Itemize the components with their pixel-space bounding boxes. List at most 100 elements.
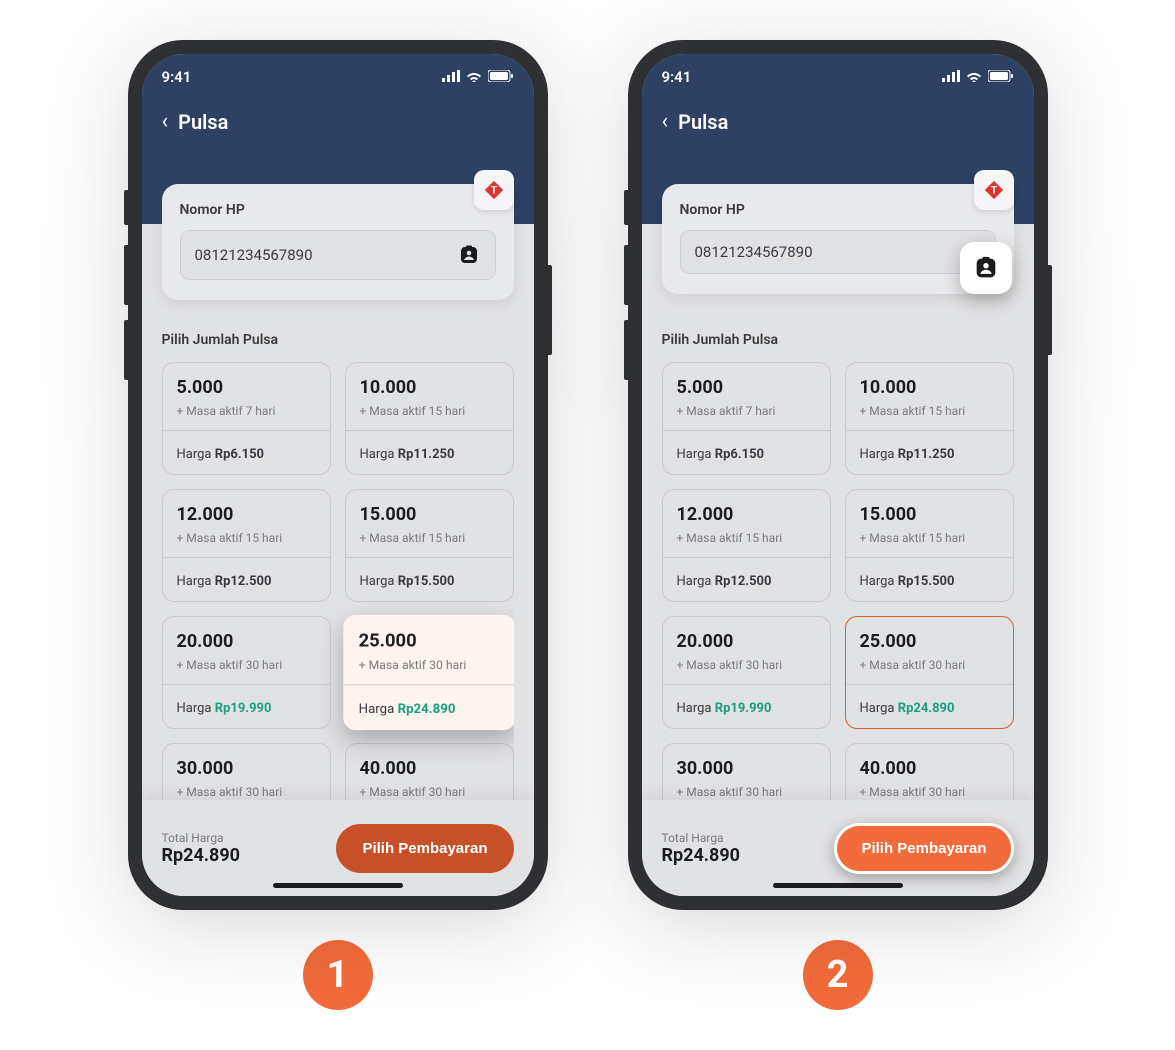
signal-icon — [442, 68, 460, 86]
amount-option-card[interactable]: 10.000+ Masa aktif 15 hariHarga Rp11.250 — [345, 362, 514, 475]
amount-validity: + Masa aktif 30 hari — [360, 785, 499, 799]
amount-option-card[interactable]: 5.000+ Masa aktif 7 hariHarga Rp6.150 — [162, 362, 331, 475]
phone-number-card: T Nomor HP 08121234567890 — [162, 184, 514, 300]
amount-validity: + Masa aktif 30 hari — [177, 785, 316, 799]
page-title: Pulsa — [678, 110, 728, 134]
amount-title: 10.000 — [860, 377, 999, 398]
amount-validity: + Masa aktif 7 hari — [177, 404, 316, 418]
status-bar: 9:41 — [162, 68, 514, 86]
footer-bar: Total Harga Rp24.890 Pilih Pembayaran — [642, 800, 1034, 896]
svg-text:T: T — [990, 186, 997, 197]
amount-validity: + Masa aktif 30 hari — [677, 785, 816, 799]
phone-side-button — [124, 245, 128, 305]
amount-validity: + Masa aktif 15 hari — [360, 404, 499, 418]
wifi-icon — [466, 68, 482, 86]
card-divider — [163, 557, 330, 558]
phone-side-button — [124, 320, 128, 380]
card-divider — [346, 430, 513, 431]
amount-title: 40.000 — [360, 758, 499, 779]
card-divider — [846, 430, 1013, 431]
amount-validity: + Masa aktif 15 hari — [860, 404, 999, 418]
card-divider — [846, 684, 1013, 685]
provider-chip[interactable]: T — [474, 170, 514, 210]
amount-price: Harga Rp12.500 — [677, 564, 816, 599]
amount-title: 25.000 — [358, 630, 500, 651]
amount-validity: + Masa aktif 15 hari — [860, 531, 999, 545]
phone-side-button — [624, 320, 628, 380]
provider-chip[interactable]: T — [974, 170, 1014, 210]
phone-number-input[interactable]: 08121234567890 — [180, 230, 496, 280]
amount-title: 5.000 — [177, 377, 316, 398]
phone-number-value: 08121234567890 — [695, 243, 981, 261]
section-title: Pilih Jumlah Pulsa — [162, 332, 514, 348]
amount-validity: + Masa aktif 7 hari — [677, 404, 816, 418]
wifi-icon — [966, 68, 982, 86]
total-label: Total Harga — [662, 831, 741, 845]
amount-title: 15.000 — [360, 504, 499, 525]
choose-payment-button[interactable]: Pilih Pembayaran — [336, 824, 513, 873]
amount-title: 20.000 — [177, 631, 316, 652]
amount-validity: + Masa aktif 30 hari — [677, 658, 816, 672]
amount-title: 30.000 — [177, 758, 316, 779]
amount-price: Harga Rp19.990 — [677, 691, 816, 726]
phone-side-button — [124, 190, 128, 225]
provider-icon: T — [983, 179, 1005, 201]
phone-side-button — [624, 245, 628, 305]
amount-option-card[interactable]: 15.000 + Masa aktif 15 hari Harga Rp15.500 — [845, 489, 1014, 602]
card-divider — [663, 684, 830, 685]
phone-side-button — [624, 190, 628, 225]
amount-grid: 5.000 + Masa aktif 7 hari Harga Rp6.150 10.… — [662, 362, 1014, 827]
amount-option-card[interactable]: 15.000 + Masa aktif 15 hari Harga Rp15.500 — [345, 489, 514, 602]
phone-number-input[interactable]: 08121234567890 — [680, 230, 996, 274]
amount-validity: + Masa aktif 15 hari — [177, 531, 316, 545]
amount-title: 40.000 — [860, 758, 999, 779]
section-title: Pilih Jumlah Pulsa — [662, 332, 1014, 348]
card-divider — [846, 557, 1013, 558]
phone-mockup-1: 9:41 ‹ Pulsa T Nomor HP — [128, 40, 548, 910]
amount-price: Harga Rp19.990 — [177, 691, 316, 726]
amount-title: 10.000 — [360, 377, 499, 398]
amount-price: Harga Rp11.250 — [860, 437, 999, 472]
total-value: Rp24.890 — [162, 845, 241, 866]
amount-validity: + Masa aktif 15 hari — [360, 531, 499, 545]
status-time: 9:41 — [662, 68, 692, 86]
amount-option-card[interactable]: 10.000 + Masa aktif 15 hari Harga Rp11.250 — [845, 362, 1014, 475]
amount-price: Harga Rp6.150 — [677, 437, 816, 472]
amount-validity: + Masa aktif 15 hari — [677, 531, 816, 545]
phone-side-button — [548, 265, 552, 355]
svg-text:T: T — [490, 186, 497, 197]
amount-validity: + Masa aktif 30 hari — [860, 658, 999, 672]
amount-title: 25.000 — [860, 631, 999, 652]
amount-title: 12.000 — [177, 504, 316, 525]
amount-option-card[interactable]: 5.000 + Masa aktif 7 hari Harga Rp6.150 — [662, 362, 831, 475]
amount-price: Harga Rp12.500 — [177, 564, 316, 599]
phone-mockup-2: 9:41 ‹ Pulsa T Nomor HP — [628, 40, 1048, 910]
amount-title: 15.000 — [860, 504, 999, 525]
card-divider — [163, 684, 330, 685]
back-icon[interactable]: ‹ — [162, 111, 169, 133]
battery-icon — [988, 68, 1014, 86]
amount-option-card[interactable]: 25.000+ Masa aktif 30 hariHarga Rp24.890 — [845, 616, 1014, 729]
amount-grid: 5.000+ Masa aktif 7 hariHarga Rp6.15010.… — [162, 362, 514, 827]
signal-icon — [942, 68, 960, 86]
amount-price: Harga Rp15.500 — [860, 564, 999, 599]
amount-validity: + Masa aktif 30 hari — [358, 658, 500, 672]
amount-price: Harga Rp15.500 — [360, 564, 499, 599]
amount-title: 5.000 — [677, 377, 816, 398]
contacts-icon[interactable] — [457, 243, 481, 267]
provider-icon: T — [483, 179, 505, 201]
card-divider — [663, 430, 830, 431]
phone-number-label: Nomor HP — [180, 202, 496, 218]
contacts-popup-button[interactable] — [960, 242, 1012, 294]
footer-bar: Total Harga Rp24.890 Pilih Pembayaran — [142, 800, 534, 896]
amount-option-card[interactable]: 20.000 + Masa aktif 30 hari Harga Rp19.990 — [662, 616, 831, 729]
amount-option-card[interactable]: 20.000+ Masa aktif 30 hariHarga Rp19.990 — [162, 616, 331, 729]
amount-option-card[interactable]: 12.000 + Masa aktif 15 hari Harga Rp12.500 — [162, 489, 331, 602]
amount-title: 20.000 — [677, 631, 816, 652]
amount-option-card[interactable]: 25.000+ Masa aktif 30 hariHarga Rp24.890 — [343, 615, 514, 730]
amount-option-card[interactable]: 12.000+ Masa aktif 15 hariHarga Rp12.500 — [662, 489, 831, 602]
choose-payment-button[interactable]: Pilih Pembayaran — [834, 823, 1013, 874]
back-icon[interactable]: ‹ — [662, 111, 669, 133]
amount-title: 30.000 — [677, 758, 816, 779]
amount-validity: + Masa aktif 30 hari — [860, 785, 999, 799]
